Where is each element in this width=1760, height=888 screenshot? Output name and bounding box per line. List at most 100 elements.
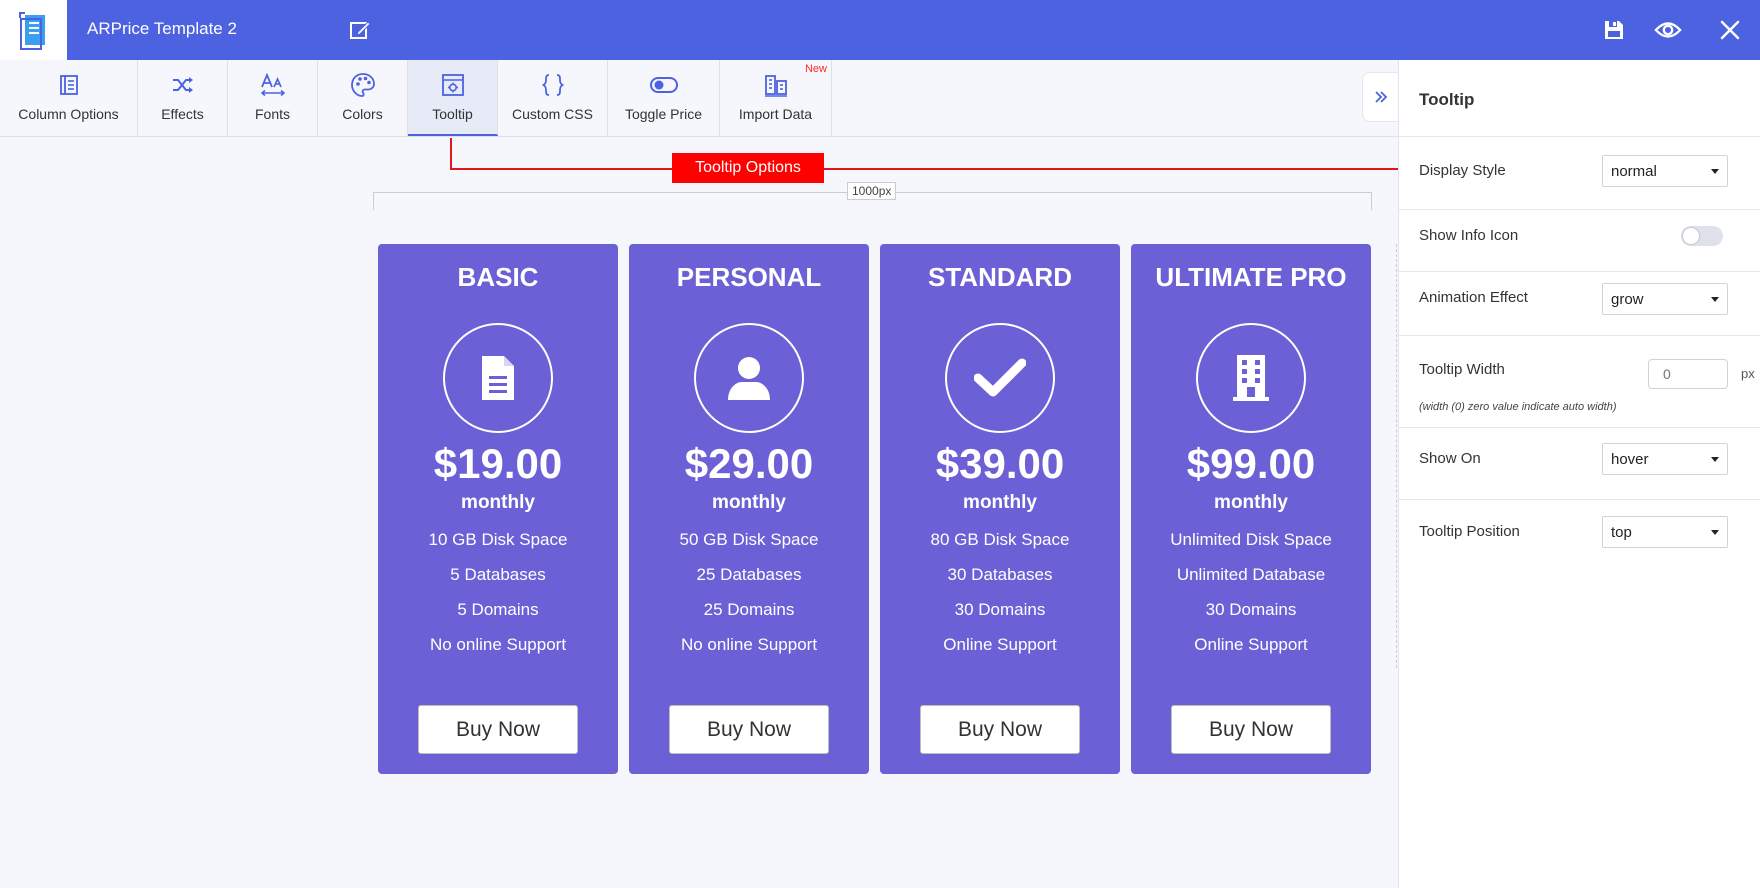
buy-now-button[interactable]: Buy Now: [418, 705, 578, 754]
eye-icon: [1654, 22, 1682, 38]
tab-column-options[interactable]: Column Options: [0, 60, 138, 136]
plan-feature: Unlimited Disk Space: [1170, 530, 1332, 549]
tab-toggle-price[interactable]: Toggle Price: [608, 60, 720, 136]
tab-label: Toggle Price: [624, 106, 703, 122]
pricing-card-basic: BASIC $19.00 monthly 10 GB Disk Space 5 …: [378, 244, 618, 774]
divider: [1399, 209, 1760, 210]
plan-price: $19.00: [433, 440, 563, 487]
plan-icon-circle: [1196, 323, 1306, 433]
plan-feature: 50 GB Disk Space: [679, 530, 819, 549]
preview-button[interactable]: [1654, 16, 1682, 44]
plan-feature: Online Support: [1194, 635, 1308, 654]
plan-feature: 25 Domains: [703, 600, 795, 619]
close-button[interactable]: [1716, 16, 1744, 44]
template-title: ARPrice Template 2: [87, 19, 237, 38]
annotation-line-vertical: [450, 138, 452, 170]
show-info-icon-toggle[interactable]: [1681, 226, 1723, 246]
tooltip-width-input[interactable]: [1648, 359, 1728, 389]
caret-down-icon: [1711, 297, 1719, 302]
plan-price: $39.00: [935, 440, 1065, 487]
tab-label: Column Options: [18, 106, 119, 122]
tab-tooltip[interactable]: Tooltip: [408, 60, 498, 136]
toolbar: Column Options Effects Fonts Colors Tool…: [0, 60, 1398, 137]
tab-label: Import Data: [738, 106, 813, 122]
show-on-select[interactable]: hover: [1602, 443, 1728, 475]
column-options-icon: [59, 75, 78, 95]
table-boundary-line: [1396, 244, 1397, 668]
tab-label: Custom CSS: [512, 106, 593, 122]
annotation-line-horizontal: [450, 168, 1405, 170]
edit-title-button[interactable]: [348, 18, 372, 42]
display-style-select[interactable]: normal: [1602, 155, 1728, 187]
divider: [1399, 427, 1760, 428]
tab-effects[interactable]: Effects: [138, 60, 228, 136]
animation-effect-label: Animation Effect: [1419, 289, 1528, 306]
app-logo: [0, 0, 67, 60]
tooltip-position-label: Tooltip Position: [1419, 523, 1520, 540]
curly-braces-icon: [541, 74, 564, 96]
plan-icon-circle: [443, 323, 553, 433]
plan-feature: 80 GB Disk Space: [930, 530, 1070, 549]
tab-custom-css[interactable]: Custom CSS: [498, 60, 608, 136]
plan-feature: 30 Domains: [1205, 600, 1297, 619]
building-icon: [1233, 355, 1269, 401]
font-size-icon: [260, 73, 285, 97]
plan-feature: 30 Databases: [947, 565, 1053, 584]
tooltip-icon: [441, 74, 464, 96]
tooltip-width-unit: px: [1741, 366, 1755, 381]
plan-feature: Online Support: [943, 635, 1057, 654]
display-style-label: Display Style: [1419, 162, 1506, 179]
annotation-label: Tooltip Options: [672, 153, 824, 183]
caret-down-icon: [1711, 169, 1719, 174]
plan-feature: 5 Domains: [457, 600, 539, 619]
tooltip-width-label: Tooltip Width: [1419, 361, 1505, 378]
tab-colors[interactable]: Colors: [318, 60, 408, 136]
plan-title: PERSONAL: [676, 262, 822, 292]
plan-title: ULTIMATE PRO: [1155, 262, 1347, 292]
divider: [1399, 271, 1760, 272]
save-icon: [1605, 21, 1623, 39]
divider: [1399, 136, 1760, 137]
shuffle-icon: [172, 77, 193, 93]
tab-import-data[interactable]: New Import Data: [720, 60, 832, 136]
caret-down-icon: [1711, 530, 1719, 535]
display-style-value: normal: [1611, 162, 1657, 180]
animation-effect-select[interactable]: grow: [1602, 283, 1728, 315]
divider: [1399, 499, 1760, 500]
import-data-icon: [764, 75, 787, 97]
edit-icon: [350, 21, 371, 39]
collapse-panel-button[interactable]: [1362, 72, 1398, 122]
plan-title: STANDARD: [928, 262, 1072, 292]
pricing-card-ultimate-pro: ULTIMATE PRO $99.00 monthly Unlimited Di…: [1131, 244, 1371, 774]
divider: [1399, 335, 1760, 336]
plan-feature: 5 Databases: [450, 565, 546, 584]
buy-now-button[interactable]: Buy Now: [669, 705, 829, 754]
tooltip-position-select[interactable]: top: [1602, 516, 1728, 548]
plan-period: monthly: [963, 492, 1037, 513]
palette-icon: [350, 73, 375, 97]
plan-price: $99.00: [1186, 440, 1316, 487]
plan-feature: No online Support: [429, 635, 567, 654]
buy-now-button[interactable]: Buy Now: [1171, 705, 1331, 754]
panel-title: Tooltip: [1419, 90, 1475, 109]
tab-label: Effects: [161, 106, 204, 122]
tab-fonts[interactable]: Fonts: [228, 60, 318, 136]
plan-feature: No online Support: [680, 635, 818, 654]
tooltip-position-value: top: [1611, 523, 1632, 541]
document-icon: [482, 356, 514, 400]
ruler-label: 1000px: [847, 182, 897, 200]
tab-label: Tooltip: [432, 106, 473, 122]
checkmark-icon: [974, 358, 1026, 397]
toggle-icon: [649, 77, 678, 93]
animation-effect-value: grow: [1611, 290, 1644, 308]
buy-now-button[interactable]: Buy Now: [920, 705, 1080, 754]
new-badge: New: [804, 63, 827, 75]
user-icon: [728, 357, 770, 400]
close-icon: [1720, 20, 1740, 40]
save-button[interactable]: [1600, 16, 1628, 44]
pricing-card-personal: PERSONAL $29.00 monthly 50 GB Disk Space…: [629, 244, 869, 774]
plan-feature: Unlimited Database: [1176, 565, 1326, 584]
logo-icon: [18, 12, 45, 50]
toggle-knob: [1683, 228, 1699, 244]
double-chevron-right-icon: [1374, 91, 1387, 103]
